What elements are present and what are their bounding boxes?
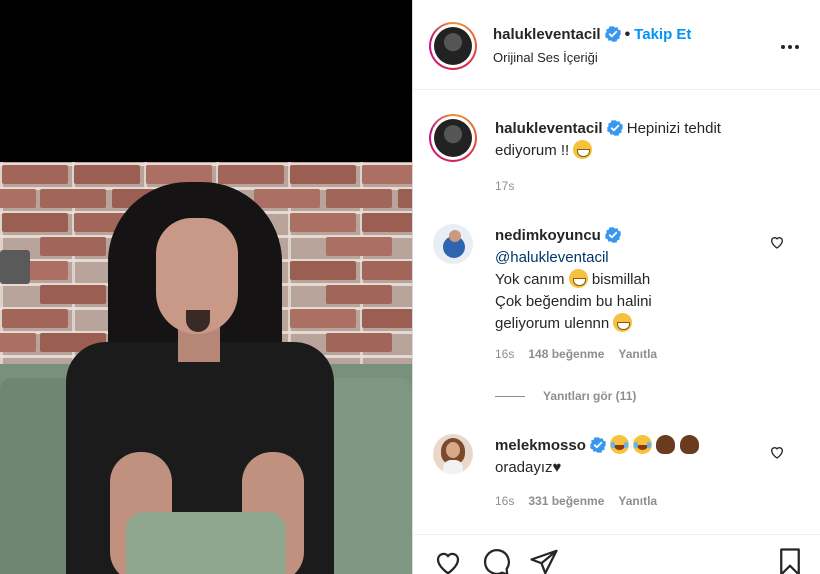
caption: halukleventacil Hepinizi tehdit ediyorum… [495, 118, 795, 162]
pillow [126, 512, 286, 574]
comment-like-heart-icon[interactable] [769, 234, 785, 250]
clapping-hands-emoji-icon [656, 435, 676, 454]
post-side-panel: halukleventacil • Takip Et Orijinal Ses İç… [412, 0, 820, 574]
replies-divider [495, 396, 525, 397]
header-title-row: halukleventacil • Takip Et [493, 26, 691, 44]
comment-body: nedimkoyuncu @halukleventacil Yok canım … [495, 225, 775, 335]
view-replies-button[interactable]: Yanıtları gör (11) [543, 389, 636, 403]
comment-mention-link[interactable]: @halukleventacil [495, 249, 609, 266]
comment-meta: 16s 331 beğenme Yanıtla [495, 494, 657, 508]
like-heart-icon[interactable] [433, 547, 463, 574]
follow-button[interactable]: Takip Et [634, 26, 691, 43]
header-username[interactable]: halukleventacil [493, 26, 601, 43]
comment-meta: 16s 148 beğenme Yanıtla [495, 347, 657, 361]
caption-text-line1: Hepinizi tehdit [626, 120, 721, 137]
comment-time[interactable]: 16s [495, 347, 514, 361]
grinning-emoji-icon [573, 140, 593, 159]
author-avatar[interactable] [429, 22, 477, 70]
video-player[interactable] [0, 162, 412, 574]
comment-line1b: bismillah [591, 271, 651, 288]
header-subtitle[interactable]: Orijinal Ses İçeriği [493, 50, 598, 65]
share-send-icon[interactable] [529, 547, 559, 574]
verified-badge-icon [604, 227, 621, 243]
post-actions-bar [413, 534, 820, 574]
save-bookmark-icon[interactable] [775, 547, 805, 574]
caption-time[interactable]: 17s [495, 179, 514, 193]
caption-username[interactable]: halukleventacil [495, 120, 603, 137]
comment-reply-button[interactable]: Yanıtla [618, 494, 657, 508]
comment-time[interactable]: 16s [495, 494, 514, 508]
comment-line3: geliyorum ulennn [495, 315, 610, 332]
tears-of-joy-emoji-icon [610, 435, 630, 454]
comment-username[interactable]: melekmosso [495, 437, 586, 454]
more-horizontal-icon[interactable] [781, 36, 803, 50]
wall-socket [0, 250, 30, 284]
post-header: halukleventacil • Takip Et Orijinal Ses İç… [413, 0, 820, 90]
comment-likes[interactable]: 331 beğenme [528, 494, 604, 508]
comment-bubble-icon[interactable] [481, 547, 511, 574]
clapping-hands-emoji-icon [679, 435, 699, 454]
post-media[interactable] [0, 0, 412, 574]
grinning-sweat-emoji-icon [568, 269, 588, 288]
comment-likes[interactable]: 148 beğenme [528, 347, 604, 361]
comment-body: melekmosso oradayız♥ [495, 435, 775, 479]
tears-of-joy-emoji-icon [633, 435, 653, 454]
comment-username[interactable]: nedimkoyuncu [495, 227, 601, 244]
verified-badge-icon [606, 120, 623, 136]
comment-line2: Çok beğendim bu halini [495, 293, 652, 310]
comment-reply-button[interactable]: Yanıtla [618, 347, 657, 361]
verified-badge-icon [604, 26, 621, 42]
grinning-sweat-emoji-icon [613, 313, 633, 332]
caption-text-line2: ediyorum !! [495, 142, 570, 159]
comment-avatar-nedimkoyuncu[interactable] [433, 224, 473, 264]
caption-author-avatar[interactable] [429, 114, 477, 162]
separator-dot: • [624, 26, 631, 43]
verified-badge-icon [589, 437, 606, 453]
comment-line1: Yok canım [495, 271, 565, 288]
comment-avatar-melekmosso[interactable] [433, 434, 473, 474]
comment-line1: oradayız♥ [495, 459, 562, 476]
comment-like-heart-icon[interactable] [769, 444, 785, 460]
